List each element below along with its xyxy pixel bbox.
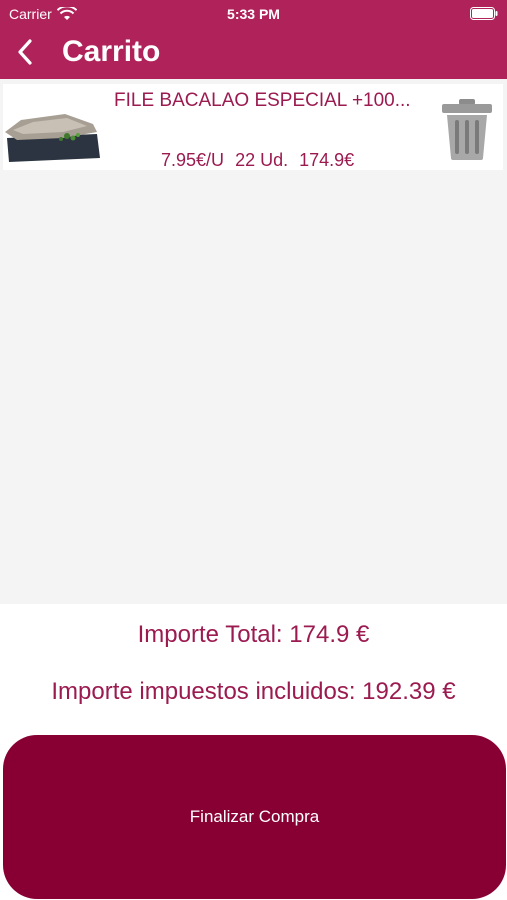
product-image bbox=[3, 96, 100, 162]
cart-list[interactable]: FILE BACALAO ESPECIAL +100... 7.95€/U 22… bbox=[0, 79, 507, 604]
cart-screen: Carrier 5:33 PM Carrito FILE BACALAO ESP… bbox=[0, 0, 507, 900]
status-time: 5:33 PM bbox=[227, 6, 280, 22]
back-button[interactable] bbox=[10, 35, 40, 69]
trash-icon bbox=[442, 99, 492, 160]
page-title: Carrito bbox=[62, 35, 161, 68]
unit-price: 7.95€/U bbox=[161, 150, 225, 170]
app-header: Carrier 5:33 PM Carrito bbox=[0, 0, 507, 79]
status-bar: Carrier 5:33 PM bbox=[0, 0, 507, 28]
total-amount: Importe Total: 174.9 € bbox=[137, 621, 370, 648]
subtotal: 174.9€ bbox=[299, 150, 355, 170]
navigation-bar: Carrito bbox=[0, 28, 507, 79]
chevron-left-icon bbox=[18, 39, 32, 65]
battery-icon bbox=[470, 7, 498, 20]
quantity: 22 Ud. bbox=[235, 150, 289, 170]
cart-item[interactable]: FILE BACALAO ESPECIAL +100... 7.95€/U 22… bbox=[3, 84, 503, 170]
product-name: FILE BACALAO ESPECIAL +100... bbox=[114, 90, 411, 111]
checkout-button[interactable]: Finalizar Compra bbox=[3, 735, 506, 899]
price-line: 7.95€/U 22 Ud. 174.9€ bbox=[161, 150, 360, 171]
delete-button[interactable] bbox=[440, 96, 494, 162]
total-with-taxes: Importe impuestos incluidos: 192.39 € bbox=[51, 678, 456, 705]
